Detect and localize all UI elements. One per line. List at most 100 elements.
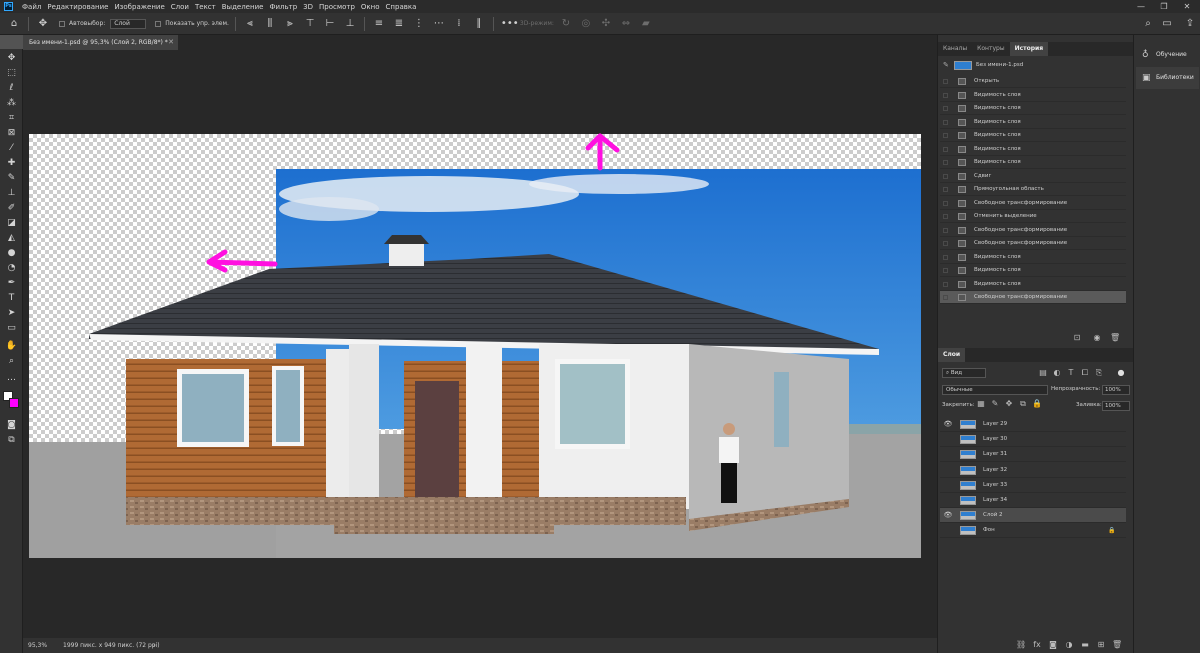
libraries-button[interactable]: ▣ Библиотеки	[1136, 67, 1199, 89]
history-step[interactable]: Видимость слоя	[940, 129, 1126, 142]
history-checkbox[interactable]	[943, 92, 948, 98]
history-checkbox[interactable]	[943, 214, 948, 219]
learn-button[interactable]: ♁ Обучение	[1136, 44, 1199, 66]
layer-row[interactable]: 👁 Layer 29	[940, 417, 1126, 432]
align-middle-icon[interactable]: ⊢	[323, 17, 337, 31]
tab-layers[interactable]: Слои	[938, 348, 966, 362]
history-checkbox[interactable]	[943, 227, 948, 233]
menu-file[interactable]: Файл	[19, 3, 44, 11]
lock-all-icon[interactable]: 🔒	[1032, 399, 1042, 408]
eraser-icon[interactable]: ◪	[4, 217, 19, 229]
link-layers-icon[interactable]: ⛓	[1016, 640, 1026, 649]
history-checkbox[interactable]	[943, 187, 948, 192]
more-tools-icon[interactable]: …	[4, 372, 19, 384]
stamp-tool-icon[interactable]: ⊥	[4, 187, 19, 199]
fill-input[interactable]: 100%	[1102, 401, 1130, 411]
history-checkbox[interactable]	[943, 119, 948, 125]
frame-tool-icon[interactable]: ⊠	[4, 127, 19, 139]
screen-mode-icon[interactable]: ⧉	[4, 434, 19, 446]
align-right-icon[interactable]: ⫸	[283, 17, 297, 31]
tab-channels[interactable]: Каналы	[938, 42, 972, 56]
layer-row[interactable]: Фон 🔒	[940, 523, 1126, 539]
healing-brush-icon[interactable]: ✚	[4, 157, 19, 169]
lock-pixels-icon[interactable]: ✎	[990, 399, 1000, 408]
history-checkbox[interactable]	[943, 268, 948, 273]
filter-toggle-icon[interactable]: ●	[1116, 368, 1126, 377]
pen-tool-icon[interactable]: ✒	[4, 277, 19, 289]
menu-window[interactable]: Окно	[358, 3, 383, 11]
trash-icon[interactable]: 🗑	[1112, 640, 1122, 649]
history-step[interactable]: Видимость слоя	[940, 89, 1126, 102]
layer-row[interactable]: 👁 Слой 2	[940, 508, 1126, 524]
history-step[interactable]: Свободное трансформирование	[940, 237, 1126, 250]
close-window-button[interactable]: ✕	[1178, 0, 1196, 13]
quick-mask-icon[interactable]: ◙	[4, 419, 19, 431]
menu-filter[interactable]: Фильтр	[266, 3, 300, 11]
new-group-icon[interactable]: ▬	[1080, 640, 1090, 649]
trash-icon[interactable]: 🗑	[1110, 333, 1120, 342]
menu-image[interactable]: Изображение	[111, 3, 167, 11]
filter-type-icon[interactable]: T	[1066, 368, 1076, 377]
rectangle-tool-icon[interactable]: ▭	[4, 322, 19, 334]
paint-bucket-icon[interactable]: ◭	[4, 232, 19, 244]
menu-view[interactable]: Просмотр	[316, 3, 358, 11]
tab-paths[interactable]: Контуры	[972, 42, 1009, 56]
layer-row[interactable]: Layer 34	[940, 493, 1126, 508]
zoom-level[interactable]: 95,3%	[28, 638, 47, 653]
blur-tool-icon[interactable]: ●	[4, 247, 19, 259]
layer-row[interactable]: Layer 33	[940, 478, 1126, 493]
magic-wand-icon[interactable]: ⁂	[4, 97, 19, 109]
history-checkbox[interactable]	[943, 106, 948, 111]
distribute-icon[interactable]: ⋮	[412, 17, 426, 31]
align-center-icon[interactable]: ⫼	[263, 17, 277, 31]
workspace-icon[interactable]: ▭	[1160, 17, 1174, 31]
history-checkbox[interactable]	[943, 281, 948, 287]
menu-text[interactable]: Текст	[192, 3, 219, 11]
distribute-icon[interactable]: ∥	[472, 17, 486, 31]
history-checkbox[interactable]	[943, 146, 948, 152]
history-step[interactable]: Свободное трансформирование	[940, 224, 1126, 237]
3d-roll-icon[interactable]: ◎	[579, 17, 593, 31]
menu-select[interactable]: Выделение	[219, 3, 267, 11]
eyedropper-icon[interactable]: ⁄	[4, 142, 19, 154]
filter-smart-icon[interactable]: ⎘	[1094, 368, 1104, 378]
history-step[interactable]: Видимость слоя	[940, 143, 1126, 156]
minimize-button[interactable]: —	[1132, 0, 1150, 13]
align-bottom-icon[interactable]: ⊥	[343, 17, 357, 31]
maximize-button[interactable]: ❐	[1155, 0, 1173, 13]
history-step[interactable]: Видимость слоя	[940, 116, 1126, 129]
zoom-tool-icon[interactable]: ⌕	[4, 355, 19, 367]
3d-slide-icon[interactable]: ⇔	[619, 17, 633, 31]
show-controls-checkbox[interactable]	[155, 20, 162, 27]
history-step[interactable]: Видимость слоя	[940, 102, 1126, 115]
menu-layers[interactable]: Слои	[168, 3, 192, 11]
filter-adjustment-icon[interactable]: ◐	[1052, 368, 1062, 377]
history-snapshot[interactable]: ✎ Без имени-1.psd	[940, 58, 1126, 73]
dodge-tool-icon[interactable]: ◔	[4, 262, 19, 274]
history-step[interactable]: Видимость слоя	[940, 156, 1126, 169]
share-icon[interactable]: ⇪	[1183, 17, 1197, 31]
history-step[interactable]: Свободное трансформирование	[940, 197, 1126, 210]
autoselect-dropdown[interactable]: Слой	[110, 18, 147, 29]
close-tab-icon[interactable]: ✕	[168, 35, 174, 50]
layer-row[interactable]: Layer 31	[940, 447, 1126, 463]
history-step[interactable]: Сдвиг	[940, 170, 1126, 183]
type-tool-icon[interactable]: T	[4, 292, 19, 304]
history-step[interactable]: Видимость слоя	[940, 251, 1126, 264]
crop-tool-icon[interactable]: ⌗	[4, 112, 19, 124]
search-icon[interactable]: ⌕	[1141, 17, 1155, 31]
document-tab[interactable]: Без имени-1.psd @ 95,3% (Слой 2, RGB/8*)…	[23, 35, 178, 50]
layer-style-icon[interactable]: fx	[1032, 640, 1042, 649]
align-top-icon[interactable]: ⊤	[303, 17, 317, 31]
lock-artboard-icon[interactable]: ⧉	[1018, 399, 1028, 409]
history-brush-icon[interactable]: ✐	[4, 202, 19, 214]
history-step[interactable]: Открыть	[940, 75, 1126, 88]
layer-row[interactable]: Layer 30	[940, 432, 1126, 448]
3d-scale-icon[interactable]: ▰	[639, 17, 653, 31]
marquee-tool-icon[interactable]: ⬚	[4, 67, 19, 79]
history-checkbox[interactable]	[943, 160, 948, 165]
filter-shape-icon[interactable]: ⧠	[1080, 368, 1090, 378]
move-tool-icon[interactable]: ✥	[36, 17, 50, 31]
path-select-icon[interactable]: ➤	[4, 307, 19, 319]
history-step[interactable]: Прямоугольная область	[940, 183, 1126, 196]
